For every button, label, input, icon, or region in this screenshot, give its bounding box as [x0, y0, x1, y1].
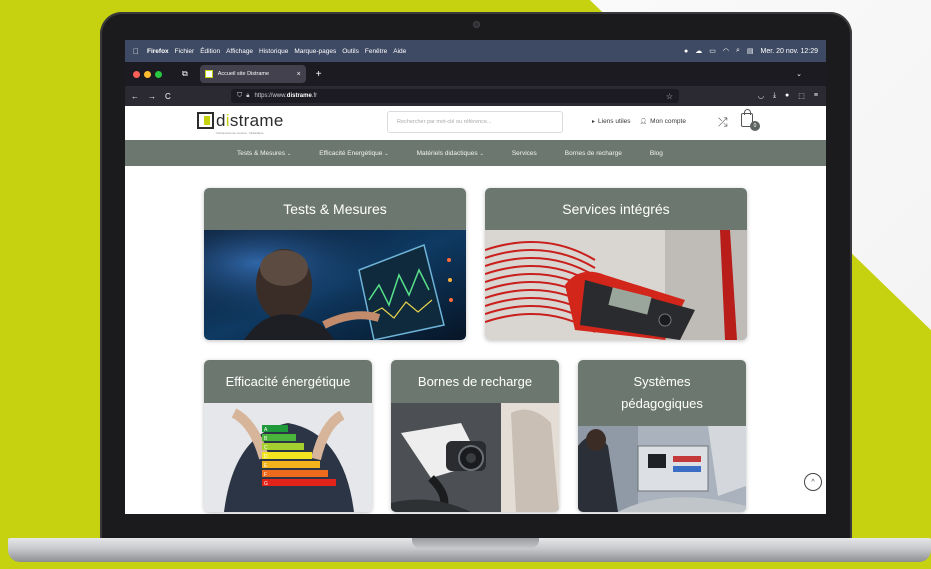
close-window-button[interactable] — [133, 70, 140, 78]
tab-overflow-chevron-icon[interactable]: ⌄ — [796, 70, 802, 78]
tracking-shield-icon[interactable]: ⛉ — [237, 92, 242, 100]
camera-icon — [473, 21, 480, 28]
card-title-line1: Systèmes — [633, 374, 691, 389]
distrame-logo[interactable]: distrame Instruments de mesure · Didacti… — [197, 111, 284, 135]
card-systemes-pedagogiques[interactable]: Systèmes pédagogiques — [578, 360, 746, 512]
useful-links[interactable]: ▸ Liens utiles — [592, 118, 631, 125]
menu-outils[interactable]: Outils — [342, 48, 359, 55]
laptop-notch — [412, 538, 539, 548]
menu-fichier[interactable]: Fichier — [175, 48, 195, 55]
account-icon[interactable]: ● — [785, 92, 789, 100]
lock-icon[interactable]: 🔒︎ — [246, 93, 249, 100]
energy-label-g: G — [264, 481, 268, 487]
browser-tab-bar: ⧉ Accueil site Distrame × + ⌄ — [125, 62, 826, 86]
card-services-integres[interactable]: Services intégrés — [485, 188, 747, 340]
nav-materiels-didactiques[interactable]: Matériels didactiques ⌄ — [417, 150, 484, 157]
clamp-meter-coil-image — [485, 230, 747, 340]
caret-right-icon: ▸ — [592, 119, 596, 125]
minimize-window-button[interactable] — [144, 70, 151, 78]
account-link[interactable]: 👤︎ Mon compte — [640, 118, 686, 125]
site-search-input[interactable]: Rechercher par mot-clé ou référence... — [387, 111, 563, 133]
apple-icon[interactable]:  — [133, 47, 139, 56]
energy-label-d: D — [264, 454, 268, 460]
logo-mark-icon — [197, 112, 214, 129]
nav-tests-mesures[interactable]: Tests & Mesures ⌄ — [237, 150, 291, 157]
control-center-icon[interactable]: ▤ — [747, 47, 754, 55]
scroll-to-top-button[interactable]: ^ — [804, 473, 822, 491]
compare-shuffle-icon[interactable]: ⤮ — [718, 115, 728, 130]
card-title: Bornes de recharge — [391, 360, 559, 403]
menu-marque-pages[interactable]: Marque-pages — [294, 48, 336, 55]
menu-historique[interactable]: Historique — [259, 48, 288, 55]
extensions-icon[interactable]: ⬚ — [798, 92, 805, 100]
energy-label-hands-image: A B C D E F G — [204, 403, 372, 512]
url-text[interactable]: https://www.distrame.fr — [254, 93, 317, 99]
bookmark-star-icon[interactable]: ☆ — [666, 92, 673, 101]
card-title: Services intégrés — [485, 188, 747, 230]
technician-oscilloscope-image — [204, 230, 466, 340]
browser-toolbar-icons: ◡ ⤓ ● ⬚ ≡ — [758, 92, 818, 100]
site-header: distrame Instruments de mesure · Didacti… — [125, 106, 826, 140]
user-icon: 👤︎ — [639, 119, 648, 125]
card-title: Efficacité énergétique — [204, 360, 372, 403]
tab-list-icon[interactable]: ⧉ — [182, 69, 188, 79]
zoom-window-button[interactable] — [155, 70, 162, 78]
nav-services[interactable]: Services — [512, 150, 537, 157]
header-links: ▸ Liens utiles 👤︎ Mon compte — [592, 118, 686, 125]
menu-edition[interactable]: Édition — [200, 48, 220, 55]
url-bar[interactable]: ⛉ 🔒︎ https://www.distrame.fr ☆ — [231, 89, 679, 103]
site-main-nav: Tests & Mesures ⌄ Efficacité Energétique ⌄… — [125, 140, 826, 166]
menu-fenetre[interactable]: Fenêtre — [365, 48, 387, 55]
search-icon[interactable]: ⌕ — [736, 47, 740, 55]
students-training-bench-image — [578, 426, 746, 512]
card-tests-mesures[interactable]: Tests & Mesures — [204, 188, 466, 340]
nav-blog[interactable]: Blog — [650, 150, 663, 157]
macos-menubar:  Firefox Fichier Édition Affichage Hist… — [125, 40, 826, 62]
energy-label-f: F — [264, 472, 267, 478]
download-icon[interactable]: ⤓ — [773, 92, 776, 100]
menu-affichage[interactable]: Affichage — [226, 48, 253, 55]
menu-firefox[interactable]: Firefox — [147, 48, 169, 55]
new-tab-button[interactable]: + — [316, 69, 322, 80]
app-status-icon[interactable]: ● — [684, 48, 688, 55]
chevron-down-icon: ⌄ — [287, 150, 292, 157]
battery-icon[interactable]: ▭ — [709, 47, 716, 55]
browser-nav-bar: ← → C ⛉ 🔒︎ https://www.distrame.fr ☆ ◡ ⤓… — [125, 86, 826, 106]
card-efficacite-energetique[interactable]: Efficacité énergétique A B C D E F G — [204, 360, 372, 512]
back-button[interactable]: ← — [131, 92, 139, 101]
reload-button[interactable]: C — [165, 92, 171, 101]
browser-tab-active[interactable]: Accueil site Distrame × — [199, 65, 306, 83]
logo-tagline: Instruments de mesure · Didactique — [216, 131, 264, 135]
menu-icon[interactable]: ≡ — [814, 92, 818, 100]
logo-text: distrame — [216, 111, 284, 130]
window-controls — [133, 70, 162, 78]
favicon-icon — [204, 70, 213, 78]
card-title-line2: pédagogiques — [621, 396, 703, 411]
tab-title: Accueil site Distrame — [217, 71, 270, 77]
wifi-icon[interactable]: ◠ — [723, 47, 729, 55]
chevron-down-icon: ⌄ — [384, 150, 389, 157]
laptop-display:  Firefox Fichier Édition Affichage Hist… — [125, 40, 826, 514]
card-title: Tests & Mesures — [204, 188, 466, 230]
card-bornes-de-recharge[interactable]: Bornes de recharge — [391, 360, 559, 512]
cloud-icon[interactable]: ☁ — [695, 47, 702, 55]
nav-bornes-de-recharge[interactable]: Bornes de recharge — [565, 150, 622, 157]
chevron-down-icon: ⌄ — [479, 150, 484, 157]
forward-button[interactable]: → — [148, 92, 156, 101]
card-title: Systèmes pédagogiques — [578, 360, 746, 426]
menu-aide[interactable]: Aide — [393, 48, 406, 55]
menubar-status-area: ● ☁ ▭ ◠ ⌕ ▤ Mer. 20 nov. 12:29 — [684, 47, 818, 55]
menubar-datetime[interactable]: Mer. 20 nov. 12:29 — [761, 48, 818, 55]
tab-close-icon[interactable]: × — [297, 71, 301, 78]
nav-efficacite-energetique[interactable]: Efficacité Energétique ⌄ — [319, 150, 388, 157]
pocket-icon[interactable]: ◡ — [758, 92, 764, 100]
cart-count-badge: 0 — [750, 121, 760, 131]
ev-charger-plug-image — [391, 403, 559, 512]
energy-label-c: C — [264, 445, 268, 451]
